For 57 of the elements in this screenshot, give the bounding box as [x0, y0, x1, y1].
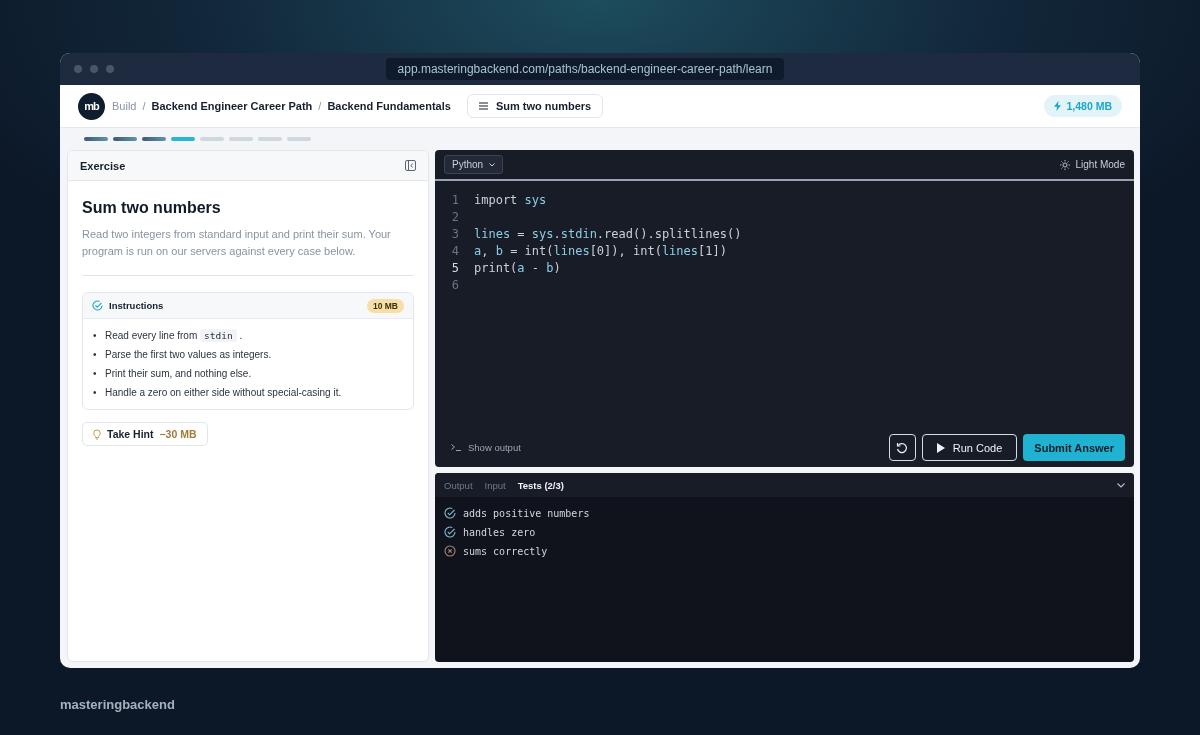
line-number: 6	[450, 277, 459, 292]
line-number: 4	[450, 243, 459, 258]
theme-toggle[interactable]: Light Mode	[1059, 159, 1125, 170]
reset-button[interactable]	[888, 434, 916, 461]
run-code-button[interactable]: Run Code	[921, 434, 1018, 461]
reset-icon	[896, 441, 909, 454]
exercise-description: Read two integers from standard input and print their sum. Your program is run on our servers against every case below.	[82, 227, 392, 259]
breadcrumb-separator: /	[318, 100, 322, 112]
language-dropdown[interactable]: Python	[444, 155, 504, 174]
card-title: Instructions	[109, 300, 164, 311]
window-controls-icon	[74, 65, 114, 73]
play-icon	[936, 442, 945, 453]
instruction-item: Handle a zero on either side without special-casing it.	[105, 386, 342, 399]
results-tab[interactable]: Tests (2/3)	[517, 479, 570, 491]
results-tab[interactable]: Output	[444, 479, 479, 491]
code-line: lines = sys.stdin.read().splitlines()	[474, 226, 742, 241]
reward-badge: 10 MB	[366, 298, 404, 313]
line-number: 5	[450, 260, 459, 275]
breadcrumb-link[interactable]: Backend Engineer Career Path	[151, 100, 313, 112]
brand-name: masteringbackend	[60, 697, 175, 712]
bullet-marker: •	[93, 386, 97, 399]
code-line: print(a - b)	[474, 260, 561, 275]
code-line: a, b = int(lines[0]), int(lines[1])	[474, 243, 727, 258]
breadcrumb-separator: /	[142, 100, 146, 112]
show-output-link[interactable]: Show output	[451, 442, 521, 453]
check-circle-icon	[92, 300, 103, 311]
line-number: 3	[450, 226, 459, 241]
sun-icon	[1059, 159, 1070, 170]
balance-badge: 1,480 MB	[1044, 95, 1122, 117]
line-number: 1	[450, 192, 459, 207]
bullet-marker: •	[93, 329, 97, 342]
list-icon	[478, 102, 488, 110]
test-name: sums correctly	[463, 545, 548, 557]
collapse-panel-icon[interactable]	[405, 160, 416, 171]
bullet-marker: •	[93, 367, 97, 380]
chevron-down-icon	[489, 162, 496, 167]
lightbulb-icon	[93, 428, 101, 440]
breadcrumb-link[interactable]: Backend Fundamentals	[327, 100, 451, 112]
lightning-icon	[1054, 101, 1062, 111]
hint-button[interactable]: Take Hint −30 MB	[82, 422, 208, 446]
test-name: handles zero	[463, 526, 536, 538]
logo[interactable]: mb	[78, 92, 105, 120]
line-number: 2	[450, 209, 459, 224]
submit-answer-button[interactable]: Submit Answer	[1023, 434, 1125, 461]
exercise-title: Sum two numbers	[82, 199, 222, 217]
test-name: adds positive numbers	[463, 507, 590, 519]
instruction-item: Print their sum, and nothing else.	[105, 367, 252, 380]
panel-title: Exercise	[80, 159, 126, 172]
lesson-menu-button[interactable]: Sum two numbers	[466, 94, 604, 118]
chevron-down-icon[interactable]	[1117, 482, 1125, 488]
instruction-item: Parse the first two values as integers.	[105, 348, 272, 361]
instruction-item: Read every line from stdin .	[105, 329, 243, 342]
code-line: import sys	[474, 192, 547, 207]
results-tab[interactable]: Input	[484, 479, 512, 491]
bullet-marker: •	[93, 348, 97, 361]
terminal-icon	[451, 444, 461, 451]
address-bar[interactable]: app.masteringbackend.com/paths/backend-engineer-career-path/learn	[385, 58, 785, 80]
